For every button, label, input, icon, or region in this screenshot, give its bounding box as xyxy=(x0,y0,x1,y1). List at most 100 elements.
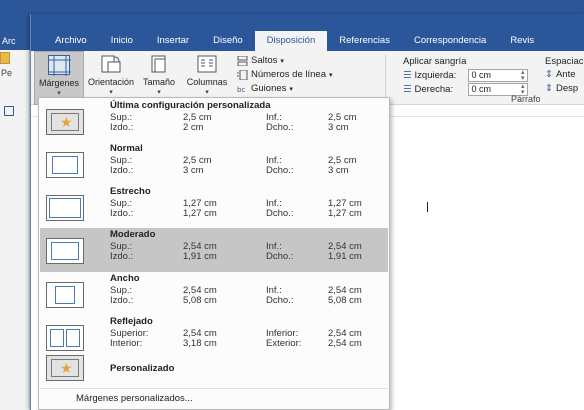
spacing-title: Espaciac xyxy=(545,56,584,67)
text-cursor xyxy=(427,202,428,212)
chevron-down-icon: ▾ xyxy=(57,90,61,97)
save-icon[interactable] xyxy=(4,106,14,116)
spacing-after-row[interactable]: ⇕ Desp xyxy=(545,83,578,94)
spacing-before-label: Ante xyxy=(555,69,576,80)
star-icon: ★ xyxy=(60,360,73,376)
margin-preset-moderate[interactable]: Moderado Sup.: 2,54 cm Inf.: 2,54 cm Izd… xyxy=(40,228,388,272)
star-page-icon: ★ xyxy=(46,355,84,381)
margins-dropdown: ★ Última configuración personalizada Sup… xyxy=(38,97,390,410)
spinner-arrows-icon[interactable]: ▴ ▾ xyxy=(521,69,525,82)
preset-title: Normal xyxy=(110,143,143,154)
tab-label: Inicio xyxy=(110,35,133,46)
preset-label: Izdo.: xyxy=(110,208,134,219)
line-numbers-icon xyxy=(237,69,248,80)
indent-left-label: Izquierda: xyxy=(414,70,457,81)
preset-label: Dcho.: xyxy=(266,295,294,306)
star-page-icon: ★ xyxy=(46,109,84,135)
size-label: Tamaño xyxy=(142,77,176,87)
breaks-button[interactable]: Saltos ▾ xyxy=(237,55,284,66)
preset-label: Dcho.: xyxy=(266,251,294,262)
tab-inicio[interactable]: Inicio xyxy=(99,31,145,51)
hyphenation-button[interactable]: bc Guiones ▾ xyxy=(237,83,293,94)
tab-referencias[interactable]: Referencias xyxy=(327,31,402,51)
indent-left-input[interactable]: 0 cm ▴ ▾ xyxy=(467,69,528,82)
preset-value: 3,18 cm xyxy=(183,338,217,349)
indent-right-row: ☰ Derecha: 0 cm ▴ ▾ xyxy=(403,83,528,96)
columns-label: Columnas xyxy=(186,77,228,87)
chevron-down-icon: ▾ xyxy=(289,85,293,93)
background-file-tab[interactable]: Arc xyxy=(0,32,30,50)
chevron-down-icon: ▾ xyxy=(280,57,284,65)
margin-preset-last-custom[interactable]: ★ Última configuración personalizada Sup… xyxy=(40,99,388,143)
preset-value: 3 cm xyxy=(328,165,349,176)
spacing-after-icon: ⇕ xyxy=(545,83,553,94)
chevron-down-icon: ▾ xyxy=(205,89,209,96)
preset-value: 2 cm xyxy=(183,122,204,133)
svg-text:bc: bc xyxy=(237,86,245,94)
spacing-before-row[interactable]: ⇕ Ante xyxy=(545,69,576,80)
spacing-after-label: Desp xyxy=(555,83,579,94)
narrow-margins-icon xyxy=(46,195,84,221)
tab-label: Archivo xyxy=(55,35,87,46)
preset-title: Reflejado xyxy=(110,316,153,327)
indent-left-icon: ☰ xyxy=(403,70,412,81)
tab-archivo[interactable]: Archivo xyxy=(43,31,99,51)
indent-right-value: 0 cm xyxy=(471,84,492,94)
tab-correspondencia[interactable]: Correspondencia xyxy=(402,31,498,51)
preset-label: Interior: xyxy=(110,338,143,349)
preset-label: Dcho.: xyxy=(266,165,294,176)
margins-icon xyxy=(48,55,71,76)
tab-disposicion[interactable]: Disposición xyxy=(254,31,328,51)
preset-value: 1,91 cm xyxy=(328,251,362,262)
preset-value: 1,91 cm xyxy=(183,251,217,262)
title-bar xyxy=(31,14,584,31)
normal-margins-icon xyxy=(46,152,84,178)
orientation-label: Orientación xyxy=(87,77,135,87)
mirrored-margins-icon xyxy=(46,325,84,351)
preset-value: 5,08 cm xyxy=(183,295,217,306)
preset-label: Izdo.: xyxy=(110,251,134,262)
tab-revisar[interactable]: Revis xyxy=(498,31,546,51)
tab-diseno[interactable]: Diseño xyxy=(201,31,255,51)
custom-margins-label: Márgenes personalizados... xyxy=(76,393,193,404)
background-paste-icon xyxy=(0,52,10,64)
tab-label: Referencias xyxy=(339,35,390,46)
wide-margins-icon xyxy=(46,282,84,308)
ribbon-tabs: Archivo Inicio Insertar Diseño Disposici… xyxy=(31,31,584,51)
star-icon: ★ xyxy=(60,114,73,130)
margin-preset-wide[interactable]: Ancho Sup.: 2,54 cm Inf.: 2,54 cm Izdo.:… xyxy=(40,272,388,316)
background-panel-label: Pe xyxy=(1,68,13,78)
tab-label: Diseño xyxy=(213,35,243,46)
margins-label: Márgenes xyxy=(38,78,80,88)
preset-title: Estrecho xyxy=(110,186,151,197)
tab-label: Revis xyxy=(510,35,535,46)
columns-icon xyxy=(196,54,218,74)
margin-preset-narrow[interactable]: Estrecho Sup.: 1,27 cm Inf.: 1,27 cm Izd… xyxy=(40,185,388,229)
margin-preset-normal[interactable]: Normal Sup.: 2,5 cm Inf.: 2,5 cm Izdo.: … xyxy=(40,142,388,186)
preset-value: 3 cm xyxy=(183,165,204,176)
moderate-margins-icon xyxy=(46,238,84,264)
indent-left-row: ☰ Izquierda: 0 cm ▴ ▾ xyxy=(403,69,528,82)
preset-label: Dcho.: xyxy=(266,122,294,133)
hyphenation-label: Guiones xyxy=(251,83,287,94)
margin-preset-custom[interactable]: ★ Personalizado xyxy=(40,351,388,387)
chevron-down-icon: ▾ xyxy=(328,71,333,79)
preset-value: 5,08 cm xyxy=(328,295,362,306)
preset-label: Izdo.: xyxy=(110,122,134,133)
indent-right-label: Derecha: xyxy=(414,84,454,95)
custom-margins-menu-item[interactable]: Márgenes personalizados... xyxy=(40,388,388,408)
line-numbers-label: Números de línea xyxy=(251,69,326,80)
ribbon-separator xyxy=(385,55,386,101)
preset-value: 1,27 cm xyxy=(328,208,362,219)
background-ribbon-panel xyxy=(0,50,30,410)
tab-label: Correspondencia xyxy=(413,35,487,46)
tab-label: Insertar xyxy=(156,35,190,46)
tab-insertar[interactable]: Insertar xyxy=(145,31,201,51)
chevron-down-icon: ▾ xyxy=(109,89,113,96)
indent-left-value: 0 cm xyxy=(471,70,492,80)
page-size-icon xyxy=(148,54,170,74)
preset-value: 3 cm xyxy=(328,122,349,133)
preset-title: Última configuración personalizada xyxy=(110,100,271,111)
line-numbers-button[interactable]: Números de línea ▾ xyxy=(237,69,333,80)
background-tab-label: Arc xyxy=(2,36,16,46)
